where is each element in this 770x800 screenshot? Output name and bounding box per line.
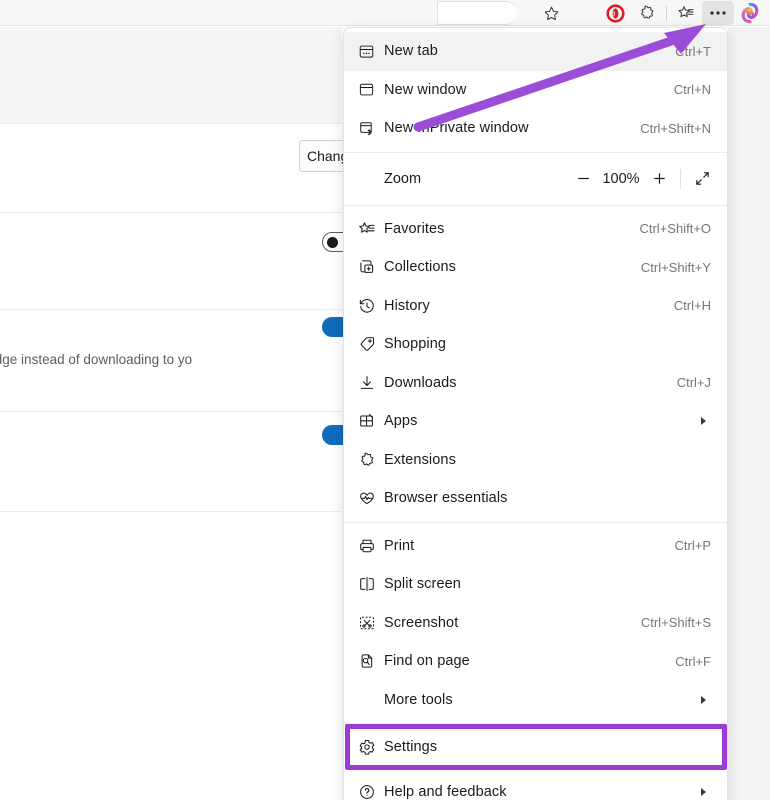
screenshot-icon bbox=[358, 614, 384, 632]
menu-item-history[interactable]: History Ctrl+H bbox=[344, 287, 727, 326]
favorites-icon bbox=[358, 220, 384, 238]
menu-item-shortcut: Ctrl+T bbox=[675, 44, 711, 59]
menu-item-shortcut: Ctrl+Shift+Y bbox=[641, 260, 711, 275]
chevron-right-icon bbox=[697, 416, 711, 426]
menu-item-find-on-page[interactable]: Find on page Ctrl+F bbox=[344, 642, 727, 681]
menu-item-label: Favorites bbox=[384, 221, 631, 237]
settings-gear-icon bbox=[358, 738, 384, 756]
menu-item-help-and-feedback[interactable]: Help and feedback bbox=[344, 773, 727, 800]
menu-item-new-window[interactable]: New window Ctrl+N bbox=[344, 71, 727, 110]
menu-item-more-tools[interactable]: More tools bbox=[344, 681, 727, 720]
menu-item-shortcut: Ctrl+H bbox=[674, 298, 711, 313]
opera-extension-icon[interactable] bbox=[599, 1, 631, 25]
toolbar-divider bbox=[666, 6, 667, 21]
zoom-out-button[interactable] bbox=[568, 164, 598, 194]
setting-description-text: atically in Microsoft Edge instead of do… bbox=[0, 352, 348, 367]
apps-icon bbox=[358, 412, 384, 430]
menu-divider bbox=[344, 152, 727, 153]
menu-item-print[interactable]: Print Ctrl+P bbox=[344, 527, 727, 566]
collections-icon bbox=[358, 258, 384, 276]
menu-item-shortcut: Ctrl+F bbox=[675, 654, 711, 669]
menu-item-collections[interactable]: Collections Ctrl+Shift+Y bbox=[344, 248, 727, 287]
menu-item-new-tab[interactable]: New tab Ctrl+T bbox=[344, 32, 727, 71]
menu-item-label: Screenshot bbox=[384, 615, 633, 631]
menu-item-new-inprivate-window[interactable]: New InPrivate window Ctrl+Shift+N bbox=[344, 109, 727, 148]
menu-item-label: Settings bbox=[384, 739, 711, 755]
find-on-page-icon bbox=[358, 652, 384, 670]
menu-item-label: New tab bbox=[384, 43, 667, 59]
zoom-label: Zoom bbox=[358, 171, 568, 187]
menu-item-screenshot[interactable]: Screenshot Ctrl+Shift+S bbox=[344, 604, 727, 643]
settings-page-banner bbox=[0, 27, 342, 124]
menu-divider bbox=[344, 723, 727, 724]
browser-toolbar bbox=[0, 0, 770, 26]
new-window-icon bbox=[358, 81, 384, 98]
menu-divider bbox=[344, 522, 727, 523]
settings-row-4 bbox=[0, 412, 342, 512]
help-feedback-icon bbox=[358, 783, 384, 800]
menu-item-shortcut: Ctrl+Shift+S bbox=[641, 615, 711, 630]
favorites-star-icon[interactable] bbox=[535, 1, 567, 25]
settings-and-more-button[interactable] bbox=[702, 1, 734, 25]
menu-item-label: Print bbox=[384, 538, 667, 554]
menu-item-label: New window bbox=[384, 82, 666, 98]
menu-item-shortcut: Ctrl+J bbox=[677, 375, 711, 390]
full-screen-icon[interactable] bbox=[687, 164, 717, 194]
menu-item-apps[interactable]: Apps bbox=[344, 402, 727, 441]
menu-item-shortcut: Ctrl+P bbox=[675, 538, 711, 553]
print-icon bbox=[358, 537, 384, 555]
menu-item-label: Split screen bbox=[384, 576, 703, 592]
zoom-value: 100% bbox=[598, 171, 644, 187]
screenshot-root: Change atically in Microsoft Edge instea… bbox=[0, 0, 770, 800]
menu-item-label: Browser essentials bbox=[384, 490, 703, 506]
history-icon bbox=[358, 297, 384, 315]
new-tab-icon bbox=[358, 43, 384, 60]
menu-item-label: Downloads bbox=[384, 375, 669, 391]
zoom-divider bbox=[680, 169, 681, 189]
menu-item-label: Find on page bbox=[384, 653, 667, 669]
menu-item-browser-essentials[interactable]: Browser essentials bbox=[344, 479, 727, 518]
menu-item-extensions[interactable]: Extensions bbox=[344, 441, 727, 480]
favorites-list-icon[interactable] bbox=[670, 1, 702, 25]
extensions-puzzle-icon[interactable] bbox=[631, 1, 663, 25]
menu-divider bbox=[344, 205, 727, 206]
menu-item-label: New InPrivate window bbox=[384, 120, 632, 136]
downloads-icon bbox=[358, 374, 384, 392]
menu-item-shortcut: Ctrl+Shift+O bbox=[639, 221, 711, 236]
settings-row-1 bbox=[0, 124, 342, 213]
menu-item-split-screen[interactable]: Split screen bbox=[344, 565, 727, 604]
extensions-icon bbox=[358, 451, 384, 469]
page-background-strip bbox=[728, 27, 770, 800]
menu-zoom-row: Zoom 100% bbox=[344, 157, 727, 201]
menu-item-label: Shopping bbox=[384, 336, 703, 352]
settings-highlight-wrap: Settings bbox=[344, 728, 727, 767]
inprivate-window-icon bbox=[358, 120, 384, 137]
menu-item-label: History bbox=[384, 298, 666, 314]
menu-item-settings[interactable]: Settings bbox=[344, 728, 727, 767]
settings-row-2 bbox=[0, 213, 342, 310]
menu-item-label: Extensions bbox=[384, 452, 703, 468]
menu-item-label: Apps bbox=[384, 413, 691, 429]
menu-item-label: Collections bbox=[384, 259, 633, 275]
menu-item-shortcut: Ctrl+N bbox=[674, 82, 711, 97]
menu-item-label: Help and feedback bbox=[384, 784, 691, 800]
copilot-icon[interactable] bbox=[734, 1, 766, 25]
zoom-in-button[interactable] bbox=[644, 164, 674, 194]
toggle-knob bbox=[327, 237, 338, 248]
menu-item-downloads[interactable]: Downloads Ctrl+J bbox=[344, 364, 727, 403]
menu-item-shortcut: Ctrl+Shift+N bbox=[640, 121, 711, 136]
split-screen-icon bbox=[358, 575, 384, 593]
chevron-right-icon bbox=[697, 695, 711, 705]
menu-item-shopping[interactable]: Shopping bbox=[344, 325, 727, 364]
edge-main-menu: New tab Ctrl+T New window Ctrl+N bbox=[343, 27, 728, 800]
browser-essentials-icon bbox=[358, 489, 384, 507]
settings-page-content bbox=[0, 124, 342, 800]
menu-item-label: More tools bbox=[384, 692, 691, 708]
shopping-tag-icon bbox=[358, 335, 384, 353]
chevron-right-icon bbox=[697, 787, 711, 797]
menu-item-favorites[interactable]: Favorites Ctrl+Shift+O bbox=[344, 210, 727, 249]
